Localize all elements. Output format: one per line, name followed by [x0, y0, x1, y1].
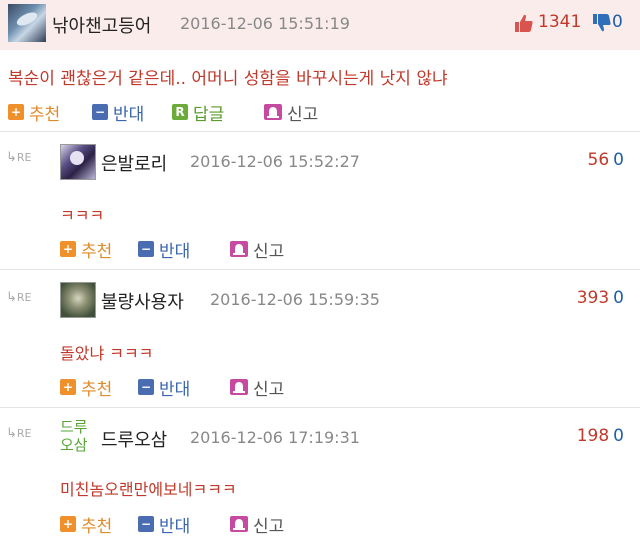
- plus-icon: +: [8, 104, 24, 120]
- avatar[interactable]: [60, 282, 96, 318]
- comment-text: 복순이 괜찮은거 같은데.. 어머니 성함을 바꾸시는게 낫지 않냐: [8, 69, 448, 89]
- thumbs-down-icon[interactable]: [592, 13, 612, 33]
- up-count: 1341: [538, 12, 582, 32]
- plus-icon: +: [60, 516, 76, 532]
- down-count: 0: [613, 150, 624, 170]
- oppose-label: 반대: [113, 104, 145, 125]
- avatar[interactable]: [8, 4, 46, 42]
- main-comment-header: 낚아챈고등어 2016-12-06 15:51:19 1341 0: [0, 0, 640, 50]
- down-count: 0: [613, 426, 624, 446]
- vote-counts: 393 0: [577, 288, 624, 308]
- comment-text: 미친놈오랜만에보네ㅋㅋㅋ: [60, 480, 237, 499]
- comment-date: 2016-12-06 15:59:35: [210, 290, 380, 309]
- oppose-button[interactable]: − 반대: [92, 100, 145, 125]
- recommend-button[interactable]: + 추천: [60, 237, 113, 262]
- minus-icon: −: [92, 104, 108, 120]
- reply-label: 답글: [193, 104, 225, 125]
- vote-counts: 56 0: [588, 150, 624, 170]
- comment-date: 2016-12-06 15:51:19: [180, 14, 350, 33]
- oppose-label: 반대: [159, 379, 191, 400]
- comment-text: ㅋㅋㅋ: [60, 206, 105, 225]
- minus-icon: −: [138, 379, 154, 395]
- avatar[interactable]: 드루 오삼: [60, 418, 94, 458]
- recommend-label: 추천: [29, 104, 61, 125]
- avatar-text: 오삼: [60, 436, 88, 454]
- report-label: 신고: [253, 379, 285, 400]
- report-button[interactable]: 신고: [230, 375, 285, 400]
- recommend-label: 추천: [81, 516, 113, 537]
- nickname[interactable]: 불량사용자: [101, 288, 184, 314]
- up-count: 393: [576, 288, 610, 308]
- comment-date: 2016-12-06 15:52:27: [190, 152, 360, 171]
- siren-icon: [230, 379, 248, 395]
- recommend-label: 추천: [81, 241, 113, 262]
- plus-icon: +: [60, 241, 76, 257]
- oppose-button[interactable]: − 반대: [138, 512, 191, 537]
- siren-icon: [230, 241, 248, 257]
- nickname[interactable]: 낚아챈고등어: [52, 12, 151, 38]
- reply-arrow-icon: ↳RE: [6, 290, 32, 305]
- reply-icon: R: [172, 104, 188, 120]
- reply-button[interactable]: R 답글: [172, 100, 225, 125]
- siren-icon: [264, 104, 282, 120]
- comment-actions: + 추천 − 반대 신고: [60, 512, 320, 537]
- minus-icon: −: [138, 516, 154, 532]
- recommend-button[interactable]: + 추천: [60, 512, 113, 537]
- avatar[interactable]: [60, 144, 96, 180]
- nickname[interactable]: 드루오삼: [101, 426, 167, 452]
- reply-arrow-icon: ↳RE: [6, 150, 32, 165]
- main-comment: 낚아챈고등어 2016-12-06 15:51:19 1341 0 복순이 괜찮…: [0, 0, 640, 132]
- comment-date: 2016-12-06 17:19:31: [190, 428, 360, 447]
- down-count: 0: [612, 12, 623, 32]
- report-button[interactable]: 신고: [230, 512, 285, 537]
- comment-actions: + 추천 − 반대 신고: [60, 237, 320, 262]
- comment-actions: + 추천 − 반대 R 답글 신고: [8, 100, 338, 125]
- reply-comment: ↳RE 불량사용자 2016-12-06 15:59:35 393 0 돌았냐 ㅋ…: [0, 270, 640, 408]
- recommend-label: 추천: [81, 379, 113, 400]
- avatar-text: 드루: [60, 418, 88, 436]
- report-button[interactable]: 신고: [230, 237, 285, 262]
- nickname[interactable]: 은발로리: [101, 150, 167, 176]
- plus-icon: +: [60, 379, 76, 395]
- vote-counts: 198 0: [577, 426, 624, 446]
- reply-arrow-icon: ↳RE: [6, 426, 32, 441]
- report-button[interactable]: 신고: [264, 100, 319, 125]
- up-count: 198: [576, 426, 610, 446]
- oppose-label: 반대: [159, 516, 191, 537]
- minus-icon: −: [138, 241, 154, 257]
- siren-icon: [230, 516, 248, 532]
- reply-comment: ↳RE 드루 오삼 드루오삼 2016-12-06 17:19:31 198 0 …: [0, 408, 640, 544]
- report-label: 신고: [287, 104, 319, 125]
- oppose-button[interactable]: − 반대: [138, 375, 191, 400]
- oppose-label: 반대: [159, 241, 191, 262]
- comment-actions: + 추천 − 반대 신고: [60, 375, 320, 400]
- recommend-button[interactable]: + 추천: [8, 100, 61, 125]
- recommend-button[interactable]: + 추천: [60, 375, 113, 400]
- oppose-button[interactable]: − 반대: [138, 237, 191, 262]
- up-count: 56: [587, 150, 610, 170]
- report-label: 신고: [253, 516, 285, 537]
- thumbs-up-icon[interactable]: [514, 13, 534, 33]
- report-label: 신고: [253, 241, 285, 262]
- down-count: 0: [613, 288, 624, 308]
- comment-text: 돌았냐 ㅋㅋㅋ: [60, 344, 154, 363]
- reply-comment: ↳RE 은발로리 2016-12-06 15:52:27 56 0 ㅋㅋㅋ + 추…: [0, 132, 640, 270]
